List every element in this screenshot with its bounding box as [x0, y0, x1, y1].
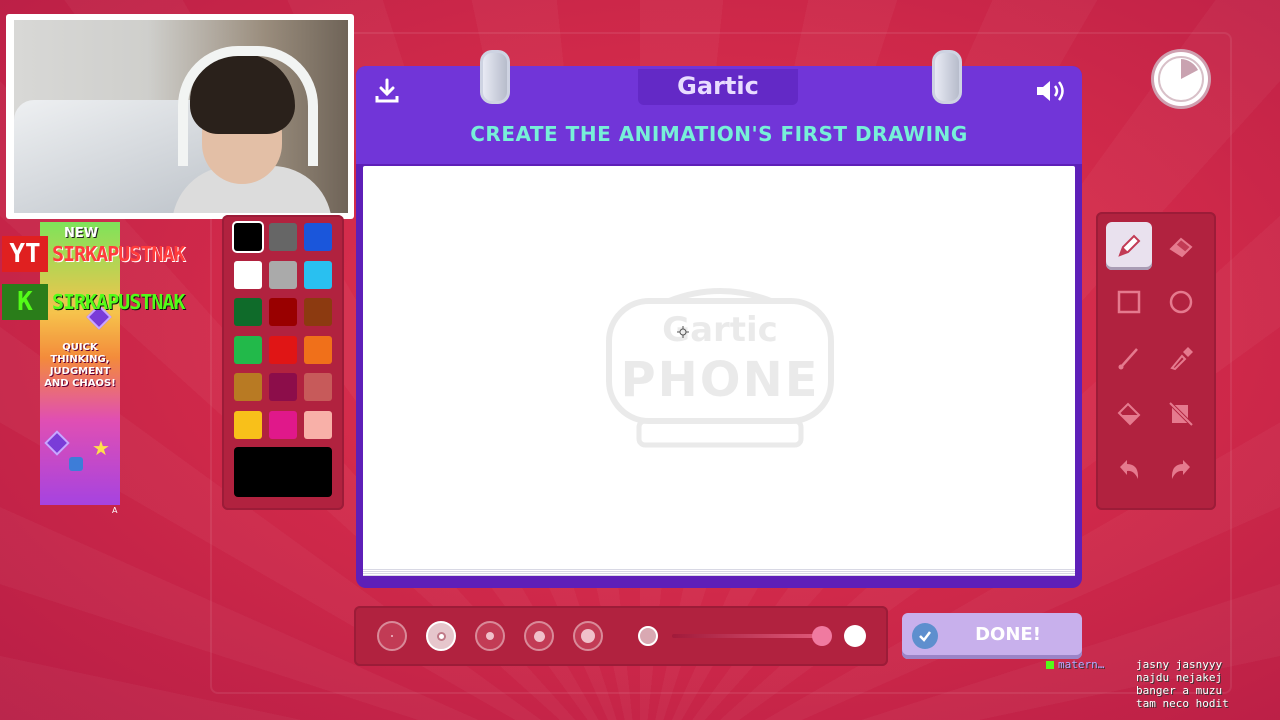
webcam-overlay [6, 14, 354, 219]
download-icon[interactable] [372, 76, 402, 106]
redo-icon [1171, 460, 1190, 479]
star-icon: ★ [92, 436, 110, 460]
color-swatch[interactable] [234, 410, 262, 439]
kick-handle: SIRKAPUSTNAK [52, 290, 185, 314]
color-swatch[interactable] [269, 223, 297, 251]
paint-bucket-icon [1117, 402, 1141, 426]
chat-line: tam neco hodit [1136, 697, 1229, 710]
pencil-tool[interactable] [1106, 222, 1152, 270]
kick-icon: K [2, 284, 48, 320]
rectangle-icon [1117, 290, 1141, 314]
done-button[interactable]: DONE! [902, 613, 1082, 659]
eraser-icon [1169, 237, 1193, 258]
color-swatch[interactable] [304, 410, 332, 439]
eyedropper-tool[interactable] [1158, 334, 1204, 382]
line-icon [1118, 348, 1138, 370]
color-swatch[interactable] [234, 373, 262, 401]
undo-icon [1120, 460, 1139, 479]
check-icon [912, 623, 938, 649]
promo-tagline: QUICK THINKING, JUDGMENT AND CHAOS! [44, 342, 116, 389]
brush-size-button[interactable] [524, 621, 554, 651]
binder-ring-left [480, 50, 510, 104]
brush-size-button[interactable] [573, 621, 603, 651]
ellipse-tool[interactable] [1158, 278, 1204, 326]
youtube-icon: YT [2, 236, 48, 272]
undo-button[interactable] [1106, 446, 1152, 494]
brush-size-dot [438, 633, 444, 639]
gartic-phone-watermark: Gartic PHONE [606, 288, 834, 448]
chat-username: matern… [1058, 658, 1105, 671]
brush-size-dot [391, 635, 393, 637]
color-swatch[interactable] [304, 335, 332, 364]
fill-tool[interactable] [1106, 390, 1152, 438]
lock-icon [69, 457, 83, 471]
pencil-icon [1118, 234, 1141, 257]
color-swatch[interactable] [269, 335, 297, 364]
color-swatch[interactable] [234, 335, 262, 364]
youtube-handle-badge: YT SIRKAPUSTNAK [2, 236, 185, 272]
brush-size-button[interactable] [377, 621, 407, 651]
brush-controls [354, 606, 888, 666]
color-swatch[interactable] [304, 373, 332, 401]
color-swatch[interactable] [269, 298, 297, 326]
color-swatch[interactable] [234, 260, 262, 289]
color-swatch[interactable] [304, 260, 332, 289]
rectangle-tool[interactable] [1106, 278, 1152, 326]
chat-line: jasny jasnyyy [1136, 658, 1223, 671]
chat-message: jasny jasnyyy najdu nejakej banger a muz… [1136, 658, 1276, 710]
chat-line: najdu nejakej [1136, 671, 1223, 684]
opacity-max-indicator [844, 625, 866, 647]
binder-ring-right [932, 50, 962, 104]
instruction-title: CREATE THE ANIMATION'S FIRST DRAWING [470, 122, 968, 146]
opacity-slider-thumb[interactable] [812, 626, 832, 646]
brush-size-button[interactable] [475, 621, 505, 651]
color-swatch[interactable] [234, 298, 262, 326]
volume-icon[interactable] [1034, 76, 1068, 106]
youtube-handle: SIRKAPUSTNAK [52, 242, 185, 266]
current-color-preview [234, 447, 332, 497]
webcam-feed [14, 20, 348, 213]
timer-icon [1154, 52, 1208, 106]
eyedropper-icon [1170, 347, 1193, 371]
clear-tool[interactable] [1158, 390, 1204, 438]
opacity-slider-track[interactable] [672, 634, 822, 638]
color-swatch[interactable] [269, 410, 297, 439]
color-swatch[interactable] [234, 223, 262, 251]
stream-chat: matern… jasny jasnyyy najdu nejakej bang… [1046, 658, 1280, 710]
color-palette [222, 215, 344, 510]
kick-handle-badge: K SIRKAPUSTNAK [2, 284, 185, 320]
drawing-canvas[interactable]: Gartic PHONE [363, 166, 1075, 576]
brush-size-dot [486, 632, 494, 640]
tool-panel [1096, 212, 1216, 510]
clear-canvas-icon [1168, 401, 1194, 427]
brush-size-dot [533, 630, 545, 642]
webcam-person [162, 46, 332, 213]
game-logo: Gartic [677, 72, 759, 100]
promo-marker: A [112, 506, 118, 515]
ellipse-icon [1169, 290, 1193, 314]
color-swatch[interactable] [304, 298, 332, 326]
crosshair-cursor-icon [677, 326, 689, 338]
eraser-tool[interactable] [1158, 222, 1204, 270]
done-button-label: DONE! [975, 624, 1041, 645]
chat-line: banger a muzu [1136, 684, 1223, 697]
canvas-page-edge [363, 568, 1075, 576]
redo-button[interactable] [1158, 446, 1204, 494]
color-swatch[interactable] [269, 260, 297, 289]
kick-chat-icon [1046, 661, 1054, 669]
color-swatch[interactable] [269, 373, 297, 401]
brush-size-dot [581, 629, 595, 643]
line-tool[interactable] [1106, 334, 1152, 382]
opacity-min-indicator [638, 626, 658, 646]
gem-icon [44, 430, 70, 456]
drawing-board: Gartic CREATE THE ANIMATION'S FIRST DRAW… [356, 50, 1082, 588]
color-swatch[interactable] [304, 223, 332, 251]
brush-size-button[interactable] [426, 621, 456, 651]
svg-text:PHONE: PHONE [620, 352, 819, 408]
